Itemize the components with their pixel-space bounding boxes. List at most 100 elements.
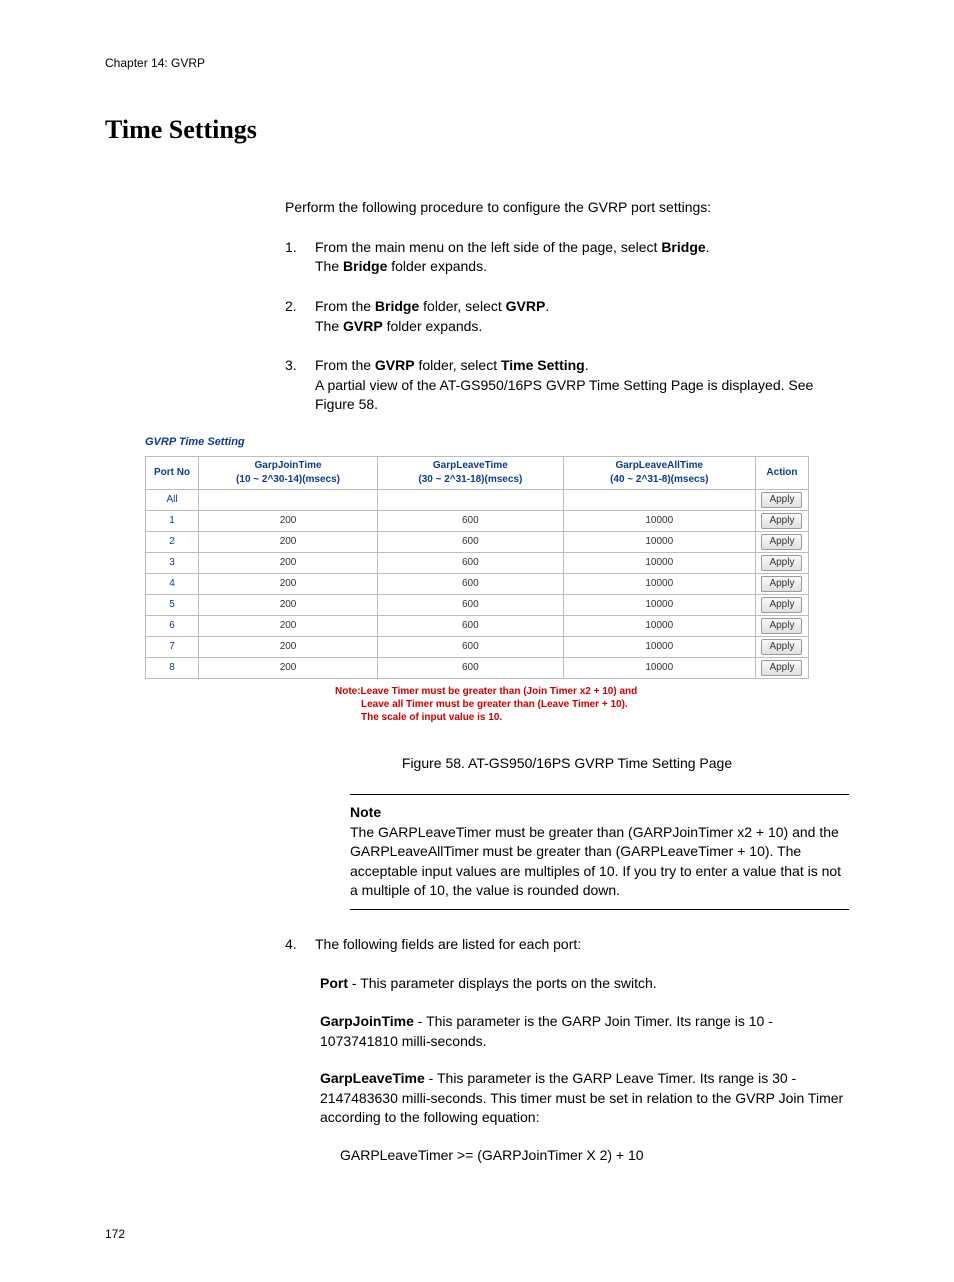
apply-button[interactable]: Apply bbox=[761, 618, 802, 634]
cell-port: 5 bbox=[146, 595, 199, 616]
cell-action: Apply bbox=[755, 637, 808, 658]
step-body: From the main menu on the left side of t… bbox=[315, 238, 710, 277]
step-body: From the Bridge folder, select GVRP. The… bbox=[315, 297, 549, 336]
text: . bbox=[545, 298, 549, 314]
cell-action: Apply bbox=[755, 595, 808, 616]
apply-button[interactable]: Apply bbox=[761, 660, 802, 676]
apply-button[interactable]: Apply bbox=[761, 597, 802, 613]
text-bold: Time Setting bbox=[501, 357, 585, 373]
cell-leavetime: 600 bbox=[378, 595, 564, 616]
cell-jointime: 200 bbox=[199, 532, 378, 553]
cell-port: 6 bbox=[146, 616, 199, 637]
cell-action: Apply bbox=[755, 658, 808, 679]
table-row: 420060010000Apply bbox=[146, 574, 809, 595]
col-action: Action bbox=[755, 457, 808, 490]
cell-leavetime: 600 bbox=[378, 658, 564, 679]
field-equation: GARPLeaveTimer >= (GARPJoinTimer X 2) + … bbox=[340, 1146, 849, 1166]
cell-leavealltime: 10000 bbox=[563, 616, 755, 637]
table-row: 520060010000Apply bbox=[146, 595, 809, 616]
col-leavetime: GarpLeaveTime (30 ~ 2^31-18)(msecs) bbox=[378, 457, 564, 490]
figure-caption: Figure 58. AT-GS950/16PS GVRP Time Setti… bbox=[285, 754, 849, 774]
text: folder expands. bbox=[387, 258, 487, 274]
step-1: 1. From the main menu on the left side o… bbox=[285, 238, 849, 277]
col-port: Port No bbox=[146, 457, 199, 490]
step-number: 3. bbox=[285, 356, 315, 415]
cell-leavealltime[interactable] bbox=[563, 490, 755, 511]
text: The scale of input value is 10. bbox=[361, 711, 809, 724]
field-garpleavetime: GarpLeaveTime - This parameter is the GA… bbox=[320, 1069, 849, 1128]
cell-port: 1 bbox=[146, 511, 199, 532]
cell-leavetime: 600 bbox=[378, 574, 564, 595]
cell-leavealltime: 10000 bbox=[563, 553, 755, 574]
note-block: Note The GARPLeaveTimer must be greater … bbox=[350, 794, 849, 910]
step-4: 4. The following fields are listed for e… bbox=[285, 935, 849, 955]
text-bold: GVRP bbox=[375, 357, 415, 373]
text: (10 ~ 2^30-14)(msecs) bbox=[236, 474, 340, 485]
cell-jointime: 200 bbox=[199, 574, 378, 595]
cell-leavetime: 600 bbox=[378, 511, 564, 532]
text: folder, select bbox=[415, 357, 501, 373]
note-title: Note bbox=[350, 803, 849, 823]
cell-jointime: 200 bbox=[199, 658, 378, 679]
gvrp-time-table: Port No GarpJoinTime (10 ~ 2^30-14)(msec… bbox=[145, 456, 809, 679]
cell-action: Apply bbox=[755, 490, 808, 511]
table-row: 120060010000 Apply bbox=[146, 511, 809, 532]
apply-button[interactable]: Apply bbox=[761, 534, 802, 550]
col-leavealltime: GarpLeaveAllTime (40 ~ 2^31-8)(msecs) bbox=[563, 457, 755, 490]
apply-button[interactable]: Apply bbox=[761, 492, 802, 508]
text-bold: Port bbox=[320, 975, 348, 991]
text: From the bbox=[315, 357, 375, 373]
step-body: From the GVRP folder, select Time Settin… bbox=[315, 356, 849, 415]
text: GarpJoinTime bbox=[255, 460, 322, 471]
field-port: Port - This parameter displays the ports… bbox=[320, 974, 849, 994]
note-body: The GARPLeaveTimer must be greater than … bbox=[350, 823, 849, 901]
cell-port: 7 bbox=[146, 637, 199, 658]
text: (30 ~ 2^31-18)(msecs) bbox=[418, 474, 522, 485]
apply-button[interactable]: Apply bbox=[761, 555, 802, 571]
cell-leavetime[interactable] bbox=[378, 490, 564, 511]
text: folder, select bbox=[419, 298, 505, 314]
divider bbox=[350, 794, 849, 795]
table-row-all: AllApply bbox=[146, 490, 809, 511]
page-title: Time Settings bbox=[105, 112, 849, 148]
intro-text: Perform the following procedure to confi… bbox=[285, 198, 849, 218]
cell-leavetime: 600 bbox=[378, 616, 564, 637]
text: Leave all Timer must be greater than (Le… bbox=[361, 698, 809, 711]
cell-leavealltime: 10000 bbox=[563, 595, 755, 616]
cell-jointime: 200 bbox=[199, 511, 378, 532]
table-row: 320060010000Apply bbox=[146, 553, 809, 574]
text: . bbox=[706, 239, 710, 255]
text-bold: Bridge bbox=[343, 258, 387, 274]
cell-jointime[interactable] bbox=[199, 490, 378, 511]
cell-port: 3 bbox=[146, 553, 199, 574]
cell-leavealltime: 10000 bbox=[563, 574, 755, 595]
step-number: 1. bbox=[285, 238, 315, 277]
text-bold: Bridge bbox=[375, 298, 419, 314]
field-garpjointime: GarpJoinTime - This parameter is the GAR… bbox=[320, 1012, 849, 1051]
apply-button[interactable]: Apply bbox=[761, 576, 802, 592]
text: . bbox=[585, 357, 589, 373]
figure-red-note: Note:Leave Timer must be greater than (J… bbox=[335, 685, 809, 724]
text-bold: Bridge bbox=[661, 239, 705, 255]
text: From the main menu on the left side of t… bbox=[315, 239, 661, 255]
figure-panel-title: GVRP Time Setting bbox=[145, 435, 809, 450]
cell-port: 8 bbox=[146, 658, 199, 679]
cell-action: Apply bbox=[755, 616, 808, 637]
cell-leavealltime: 10000 bbox=[563, 637, 755, 658]
cell-leavealltime: 10000 bbox=[563, 511, 755, 532]
table-row: 620060010000Apply bbox=[146, 616, 809, 637]
text: - This parameter displays the ports on t… bbox=[348, 975, 657, 991]
cell-leavetime: 600 bbox=[378, 637, 564, 658]
apply-button[interactable]: Apply bbox=[761, 513, 802, 529]
text: A partial view of the AT-GS950/16PS GVRP… bbox=[315, 377, 813, 413]
apply-button[interactable]: Apply bbox=[761, 639, 802, 655]
text: From the bbox=[315, 298, 375, 314]
text: The bbox=[315, 258, 343, 274]
cell-action: Apply bbox=[755, 574, 808, 595]
text-bold: GarpJoinTime bbox=[320, 1013, 414, 1029]
step-body: The following fields are listed for each… bbox=[315, 935, 581, 955]
text: The bbox=[315, 318, 343, 334]
cell-port: 2 bbox=[146, 532, 199, 553]
cell-leavealltime: 10000 bbox=[563, 658, 755, 679]
text: Note:Leave Timer must be greater than (J… bbox=[335, 685, 809, 698]
